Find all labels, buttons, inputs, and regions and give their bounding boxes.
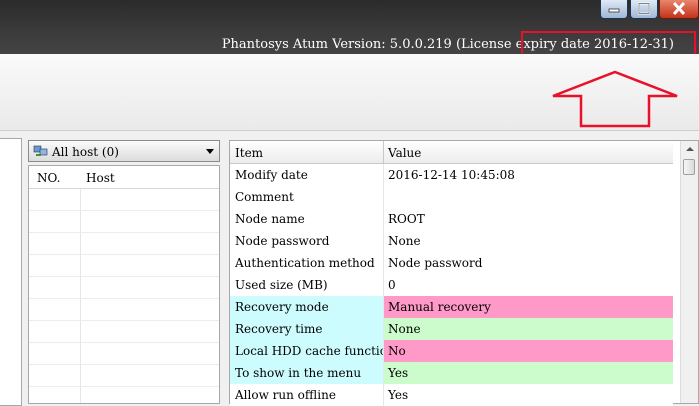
property-value[interactable]: 0 [384,274,673,296]
left-panel [0,138,22,406]
maximize-button[interactable] [630,0,658,19]
up-arrow-annotation [552,70,678,128]
property-row[interactable]: Recovery mode Manual recovery [230,296,673,318]
title-bar: Phantosys Atum Version: 5.0.0.219 (Licen… [0,0,699,58]
host-filter-dropdown[interactable]: All host (0) [28,140,220,162]
property-row[interactable]: Comment [230,186,673,208]
property-row[interactable]: Allow run offline Yes [230,384,673,406]
property-item: Recovery time [230,318,384,340]
property-value[interactable]: None [384,230,673,252]
column-header-host[interactable]: Host [86,171,115,185]
host-table[interactable]: NO. Host [28,165,220,404]
property-value[interactable]: Yes [384,384,673,406]
property-item: Modify date [230,164,384,186]
property-item: Node name [230,208,384,230]
property-row[interactable]: To show in the menu Yes [230,362,673,384]
vertical-scrollbar[interactable] [680,141,698,403]
property-row[interactable]: Authentication method Node password [230,252,673,274]
chevron-down-icon [206,149,214,154]
property-grid: Item Value Modify date 2016-12-14 10:45:0… [229,140,699,406]
property-row[interactable]: Used size (MB) 0 [230,274,673,296]
property-item: Node password [230,230,384,252]
property-value[interactable]: Node password [384,252,673,274]
hosts-icon [33,145,48,156]
property-row[interactable]: Node name ROOT [230,208,673,230]
property-row[interactable]: Modify date 2016-12-14 10:45:08 [230,164,673,186]
maximize-icon [638,2,650,15]
column-header-item[interactable]: Item [235,146,263,160]
column-header-value[interactable]: Value [388,146,421,160]
property-value[interactable]: None [384,318,673,340]
property-item: Local HDD cache function [230,340,384,362]
close-icon [672,2,686,15]
property-value[interactable]: Yes [384,362,673,384]
property-grid-header: Item Value [230,141,673,164]
property-item: Recovery mode [230,296,384,318]
minimize-icon [608,8,620,13]
property-item: Comment [230,186,384,208]
close-button[interactable] [659,0,699,19]
property-item: Allow run offline [230,384,384,406]
column-header-no[interactable]: NO. [37,171,60,185]
host-panel: All host (0) NO. Host [28,140,222,404]
host-filter-label: All host (0) [52,145,119,159]
property-value[interactable]: Manual recovery [384,296,673,318]
property-row[interactable]: Recovery time None [230,318,673,340]
property-row[interactable]: Node password None [230,230,673,252]
property-value[interactable]: No [384,340,673,362]
minimize-button[interactable] [600,0,628,19]
property-value[interactable]: 2016-12-14 10:45:08 [384,164,673,186]
host-table-header: NO. Host [29,166,219,189]
property-row[interactable]: Local HDD cache function No [230,340,673,362]
property-value[interactable]: ROOT [384,208,673,230]
scroll-thumb[interactable] [683,159,695,175]
scroll-up-icon[interactable] [681,141,698,158]
property-item: To show in the menu [230,362,384,384]
property-value[interactable] [384,186,673,208]
property-item: Used size (MB) [230,274,384,296]
property-item: Authentication method [230,252,384,274]
